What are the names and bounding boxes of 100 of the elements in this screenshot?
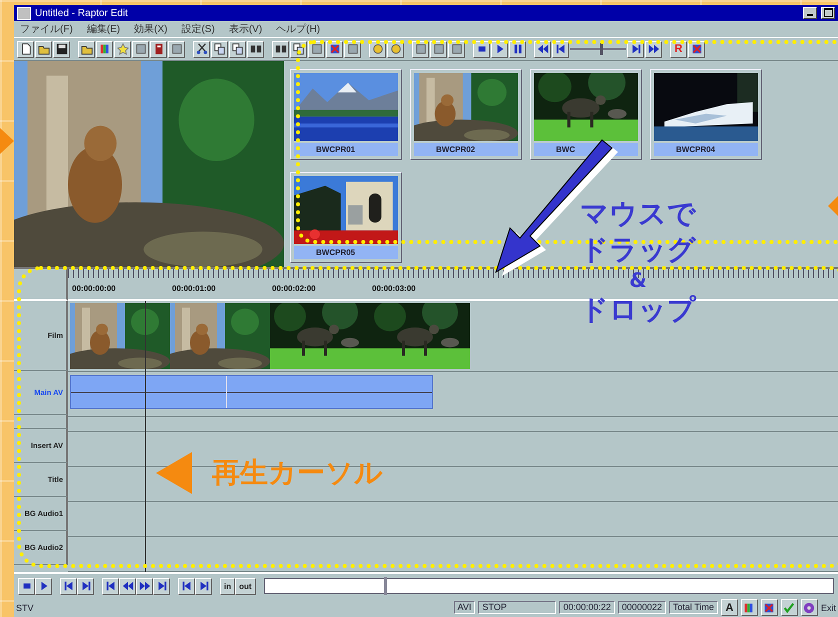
clip-name: BWCPR05 (294, 246, 398, 259)
pointer-triangle (156, 452, 192, 494)
toolbar-button[interactable] (96, 40, 113, 58)
menu-item[interactable]: 設定(S) (181, 22, 215, 36)
toolbar-button[interactable] (102, 578, 119, 594)
square-icon (450, 43, 462, 55)
toolbar-button[interactable] (430, 40, 447, 58)
toolbar-button[interactable] (509, 40, 526, 58)
out-button[interactable]: out (235, 578, 256, 594)
clip-card[interactable]: BWCPR02 (410, 69, 522, 160)
square-icon (170, 43, 182, 55)
clip-name: BWCPR01 (294, 143, 398, 156)
toolbar-button[interactable] (272, 40, 289, 58)
toolbar-button[interactable] (800, 599, 818, 616)
step-forward-icon (198, 580, 210, 592)
toolbar-button[interactable] (77, 578, 94, 594)
step-back-icon (554, 43, 566, 55)
toolbar-button[interactable] (247, 40, 264, 58)
annotation-text: マウスで (580, 196, 696, 232)
timecode: 00:00:03:00 (372, 284, 417, 295)
menu-item[interactable]: 表示(V) (228, 22, 262, 36)
pointer-triangle (0, 128, 14, 154)
folder-icon (38, 43, 50, 55)
square-icon (134, 43, 146, 55)
zoom-slider[interactable] (570, 42, 626, 56)
exit-label[interactable]: Exit (820, 602, 836, 612)
toolbar-button[interactable] (195, 578, 212, 594)
annotation-text: & (629, 268, 647, 292)
toolbar-button[interactable] (53, 40, 70, 58)
pointer-triangle (828, 196, 838, 216)
toolbar-button[interactable] (326, 40, 343, 58)
total-time-label: Total Time (668, 601, 718, 614)
timecode: 00:00:02:00 (272, 284, 317, 295)
toolbar-button[interactable] (412, 40, 429, 58)
toolbar-button[interactable] (153, 578, 170, 594)
toolbar-button[interactable] (645, 40, 662, 58)
folder-icon (80, 43, 92, 55)
menu-item[interactable]: ファイル(F) (20, 22, 73, 36)
square-icon (414, 43, 426, 55)
toolbar-button[interactable] (150, 40, 167, 58)
toolbar-button[interactable] (473, 40, 490, 58)
menu-item[interactable]: 編集(E) (86, 22, 120, 36)
copy-icon (214, 43, 226, 55)
toolbar-button[interactable] (387, 40, 404, 58)
toolbar-button[interactable] (35, 578, 52, 594)
step-forward-icon (156, 580, 168, 592)
split-icon (250, 43, 262, 55)
toolbar-button[interactable] (534, 40, 551, 58)
toolbar-button[interactable] (627, 40, 644, 58)
toolbar-button[interactable] (18, 578, 35, 594)
toolbar-button[interactable] (369, 40, 386, 58)
av-clip-bar[interactable] (70, 375, 433, 409)
minimize-button[interactable] (803, 7, 817, 19)
toolbar-button[interactable] (193, 40, 210, 58)
fast-forward-icon (648, 43, 660, 55)
page-icon (20, 43, 32, 55)
toolbar-button[interactable] (211, 40, 228, 58)
toolbar-button[interactable] (229, 40, 246, 58)
toolbar-button[interactable] (740, 599, 758, 616)
clip-card[interactable]: BWCPR01 (290, 69, 402, 160)
maximize-button[interactable] (821, 7, 835, 19)
menu-item[interactable]: 効果(X) (134, 22, 168, 36)
toolbar-button[interactable] (308, 40, 325, 58)
toolbar-button[interactable] (119, 578, 136, 594)
fast-forward-icon (138, 580, 150, 592)
clip-name: BWCPR02 (414, 143, 518, 156)
seek-slider[interactable] (264, 578, 834, 594)
toolbar-button[interactable] (552, 40, 569, 58)
toolbar-button[interactable] (760, 599, 778, 616)
toolbar-button[interactable] (290, 40, 307, 58)
toolbar-button[interactable] (344, 40, 361, 58)
clip-name: BWCPR04 (654, 143, 758, 156)
copy-icon (292, 43, 304, 55)
toolbar-button[interactable] (60, 578, 77, 594)
rewind-icon (122, 580, 134, 592)
clip-card[interactable]: BWCPR05 (290, 172, 402, 263)
annotation-text: 再生カーソル (212, 455, 383, 491)
toolbar-button[interactable] (688, 40, 705, 58)
timecode-field: 00:00:00:22 (559, 601, 615, 614)
toolbar-button[interactable] (448, 40, 465, 58)
toolbar-button[interactable] (491, 40, 508, 58)
toolbar-button[interactable] (136, 578, 153, 594)
step-back-icon (180, 580, 192, 592)
toolbar-button[interactable] (78, 40, 95, 58)
circle-icon (372, 43, 384, 55)
clip-card[interactable]: BWC (530, 69, 642, 160)
square-icon (310, 43, 322, 55)
font-button[interactable]: A (720, 599, 738, 616)
star-icon (116, 43, 128, 55)
toolbar-button[interactable] (17, 40, 34, 58)
toolbar-button[interactable] (35, 40, 52, 58)
status-text: STV (16, 602, 34, 612)
toolbar-button[interactable] (168, 40, 185, 58)
clip-card[interactable]: BWCPR04 (650, 69, 762, 160)
menu-item[interactable]: ヘルプ(H) (276, 22, 320, 36)
rewind-icon (536, 43, 548, 55)
in-button[interactable]: in (220, 578, 236, 594)
toolbar-button[interactable] (178, 578, 195, 594)
toolbar-button[interactable] (132, 40, 149, 58)
square-icon (432, 43, 444, 55)
